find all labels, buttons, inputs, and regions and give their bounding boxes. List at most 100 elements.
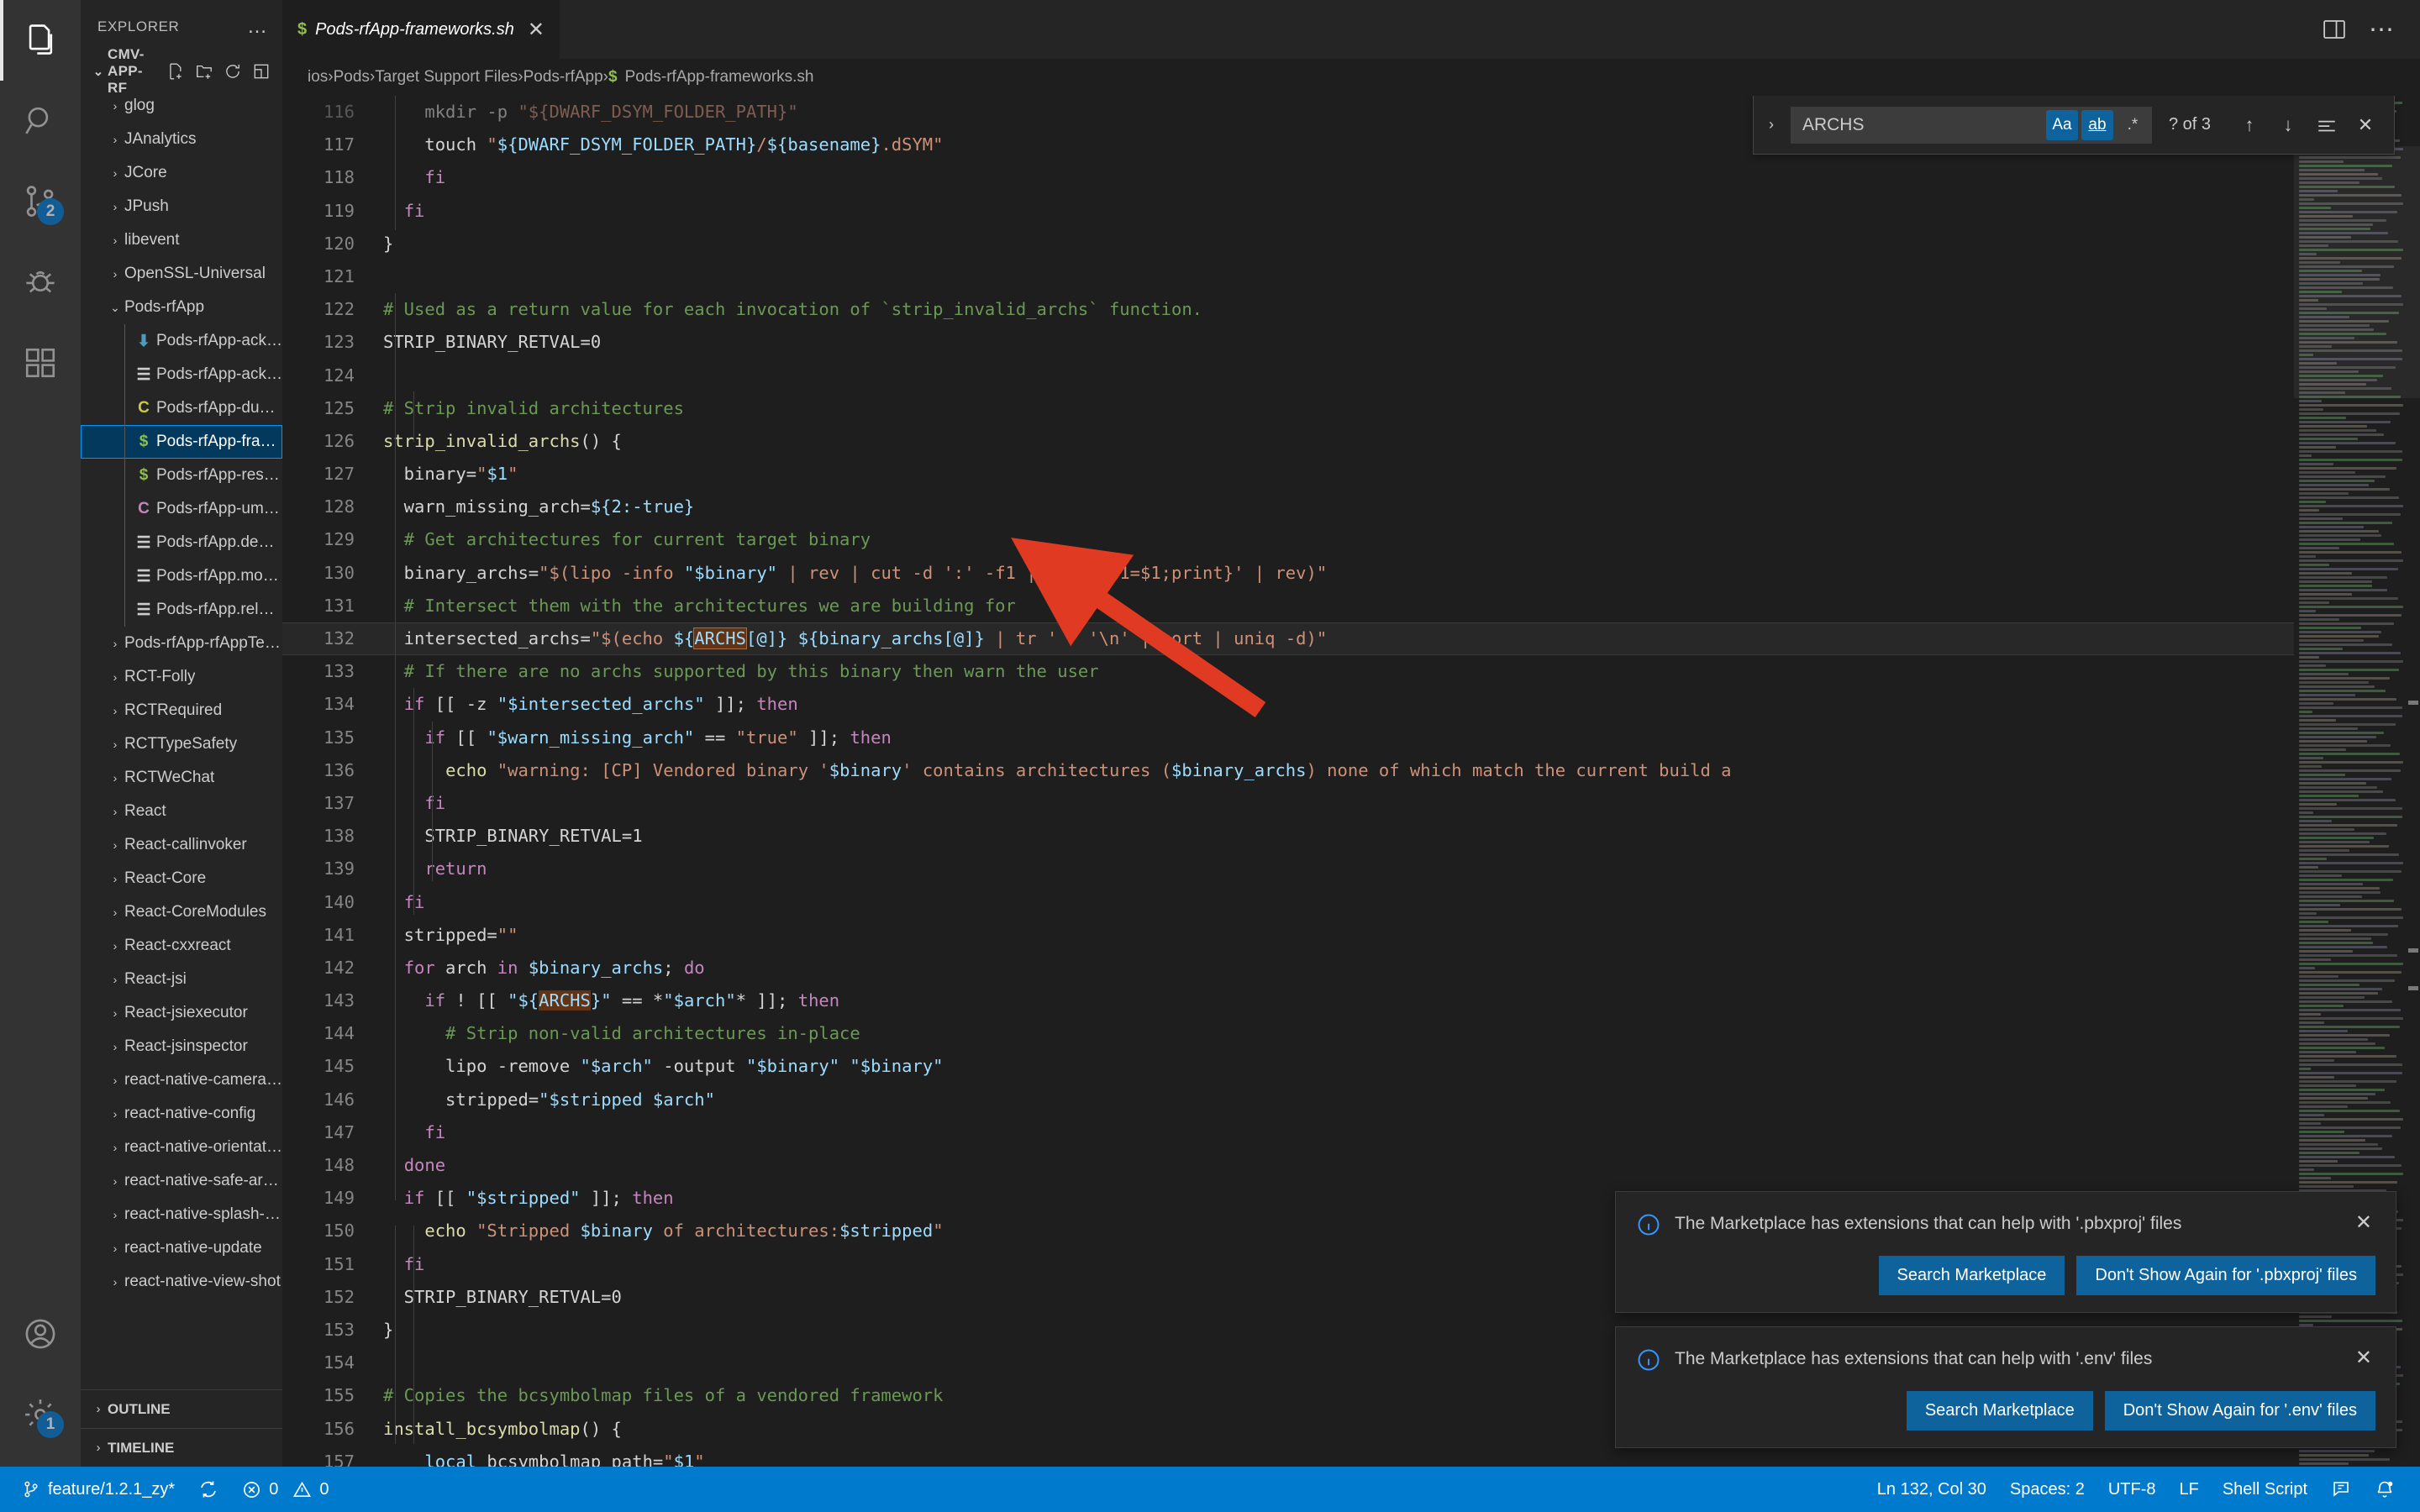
sidebar-section-timeline[interactable]: › TIMELINE [81,1428,282,1467]
tree-folder-item[interactable]: › React-jsi [81,963,282,996]
activity-item-extensions[interactable] [0,323,81,403]
tree-folder-item[interactable]: › RCTTypeSafety [81,727,282,761]
activity-item-manage[interactable]: 1 [0,1374,81,1455]
code-line[interactable]: 144 # Strip non-valid architectures in-p… [282,1017,2294,1050]
status-encoding[interactable]: UTF-8 [2096,1480,2168,1499]
code-line[interactable]: 148 done [282,1149,2294,1182]
tree-folder-item[interactable]: › react-native-safe-area-context [81,1164,282,1198]
find-in-selection-icon[interactable] [2310,108,2344,142]
status-feedback[interactable] [2319,1479,2363,1499]
match-whole-word-toggle[interactable]: ab [2081,109,2113,140]
search-marketplace-button[interactable]: Search Marketplace [1906,1391,2093,1431]
tree-folder-item[interactable]: › React-callinvoker [81,828,282,862]
tree-file-item[interactable]: $ Pods-rfApp-resources.sh [81,459,282,492]
tree-folder-item[interactable]: › react-native-config [81,1097,282,1131]
code-line[interactable]: 130 binary_archs="$(lipo -info "$binary"… [282,557,2294,590]
tree-folder-item[interactable]: › JAnalytics [81,123,282,156]
find-widget[interactable]: › Aa ab .* ? of 3 ↑ ↓ [1752,96,2395,155]
previous-match-icon[interactable]: ↑ [2233,108,2266,142]
code-line[interactable]: 127 binary="$1" [282,458,2294,491]
notification-close-icon[interactable]: ✕ [2352,1346,2375,1370]
code-line[interactable]: 134 if [[ -z "$intersected_archs" ]]; th… [282,688,2294,721]
breadcrumb-item[interactable]: ios [308,68,328,87]
breadcrumb-item[interactable]: $ Pods-rfApp-frameworks.sh [608,68,813,87]
breadcrumb-item[interactable]: Pods-rfApp [523,68,603,87]
activity-item-run-and-debug[interactable] [0,242,81,323]
tree-folder-item[interactable]: › libevent [81,223,282,257]
activity-item-search[interactable] [0,81,81,161]
tree-folder-item[interactable]: › react-native-splash-screen [81,1198,282,1231]
close-find-icon[interactable]: ✕ [2349,108,2382,142]
code-line[interactable]: 143 if ! [[ "${ARCHS}" == *"$arch"* ]]; … [282,984,2294,1017]
new-file-icon[interactable] [161,57,190,86]
tree-folder-item[interactable]: ⌄ Pods-rfApp [81,291,282,324]
sidebar-more-actions[interactable]: … [242,15,274,39]
new-folder-icon[interactable] [190,57,218,86]
use-regex-toggle[interactable]: .* [2117,110,2149,140]
code-line[interactable]: 120} [282,228,2294,260]
collapse-all-icon[interactable] [247,57,276,86]
dont-show-again-button[interactable]: Don't Show Again for '.env' files [2104,1391,2375,1431]
code-line[interactable]: 129 # Get architectures for current targ… [282,523,2294,556]
status-notifications[interactable] [2363,1479,2407,1499]
code-line[interactable]: 118 fi [282,161,2294,194]
activity-item-source-control[interactable]: 2 [0,161,81,242]
code-line[interactable]: 131 # Intersect them with the architectu… [282,590,2294,622]
status-eol[interactable]: LF [2168,1480,2211,1499]
code-line[interactable]: 133 # If there are no archs supported by… [282,655,2294,688]
tree-folder-item[interactable]: › react-native-cameraroll [81,1063,282,1097]
code-line[interactable]: 132 intersected_archs="$(echo ${ARCHS[@]… [282,622,2294,656]
breadcrumb-item[interactable]: Pods [334,68,370,87]
tab-close-icon[interactable]: ✕ [528,18,544,42]
find-input-box[interactable]: Aa ab .* [1790,106,2152,144]
tree-folder-item[interactable]: › React-cxxreact [81,929,282,963]
tree-folder-item[interactable]: › OpenSSL-Universal [81,257,282,291]
sidebar-section-outline[interactable]: › OUTLINE [81,1389,282,1428]
code-line[interactable]: 119 fi [282,195,2294,228]
code-line[interactable]: 138 STRIP_BINARY_RETVAL=1 [282,820,2294,853]
code-line[interactable]: 157 local bcsymbolmap_path="$1" [282,1446,2294,1467]
tree-folder-item[interactable]: › RCT-Folly [81,660,282,694]
tree-folder-item[interactable]: › React-jsiexecutor [81,996,282,1030]
status-sync[interactable] [187,1479,230,1499]
tree-file-item[interactable]: $ Pods-rfApp-frameworks.sh [81,425,282,459]
tree-folder-item[interactable]: › RCTWeChat [81,761,282,795]
more-actions-icon[interactable]: ⋯ [2369,15,2396,45]
tree-folder-item[interactable]: › React-jsinspector [81,1030,282,1063]
next-match-icon[interactable]: ↓ [2271,108,2305,142]
code-line[interactable]: 147 fi [282,1116,2294,1149]
status-problems[interactable]: 0 0 [230,1480,340,1499]
tree-folder-item[interactable]: › react-native-view-shot [81,1265,282,1299]
tree-folder-item[interactable]: › Pods-rfApp-rfAppTests [81,627,282,660]
status-cursor-position[interactable]: Ln 132, Col 30 [1865,1480,1998,1499]
search-marketplace-button[interactable]: Search Marketplace [1878,1256,2065,1295]
tree-file-item[interactable]: ☰ Pods-rfApp.debug.xcconfig [81,526,282,559]
tab-pods-rfapp-frameworks-sh[interactable]: $ Pods-rfApp-frameworks.sh ✕ [282,0,560,59]
code-line[interactable]: 124 [282,360,2294,392]
code-line[interactable]: 136 echo "warning: [CP] Vendored binary … [282,754,2294,787]
file-tree[interactable]: › glog › JAnalytics › JCore › JPush › libevent › Op… [81,89,282,1389]
dont-show-again-button[interactable]: Don't Show Again for '.pbxproj' files [2076,1256,2375,1295]
find-input[interactable] [1802,114,2043,135]
code-line[interactable]: 141 stripped="" [282,919,2294,952]
tree-file-item[interactable]: ☰ Pods-rfApp.release.xcconfig [81,593,282,627]
status-branch[interactable]: feature/1.2.1_zy* [10,1480,187,1499]
tree-folder-item[interactable]: › React-CoreModules [81,895,282,929]
code-line[interactable]: 139 return [282,853,2294,885]
status-language-mode[interactable]: Shell Script [2211,1480,2319,1499]
code-line[interactable]: 121 [282,260,2294,293]
tree-file-item[interactable]: ☰ Pods-rfApp-acknowledgeme… [81,358,282,391]
code-line[interactable]: 140 fi [282,886,2294,919]
code-line[interactable]: 145 lipo -remove "$arch" -output "$binar… [282,1050,2294,1083]
notification-close-icon[interactable]: ✕ [2352,1210,2375,1235]
split-editor-icon[interactable] [2322,17,2347,42]
code-line[interactable]: 125 # Strip invalid architectures [282,392,2294,425]
editor-scrollbar[interactable] [2403,96,2420,1467]
activity-item-explorer[interactable] [0,0,81,81]
code-line[interactable]: 142 for arch in $binary_archs; do [282,952,2294,984]
status-indentation[interactable]: Spaces: 2 [1998,1480,2096,1499]
match-case-toggle[interactable]: Aa [2045,109,2078,140]
code-line[interactable]: 126 strip_invalid_archs() { [282,425,2294,458]
tree-folder-item[interactable]: › React [81,795,282,828]
activity-item-accounts[interactable] [0,1294,81,1374]
